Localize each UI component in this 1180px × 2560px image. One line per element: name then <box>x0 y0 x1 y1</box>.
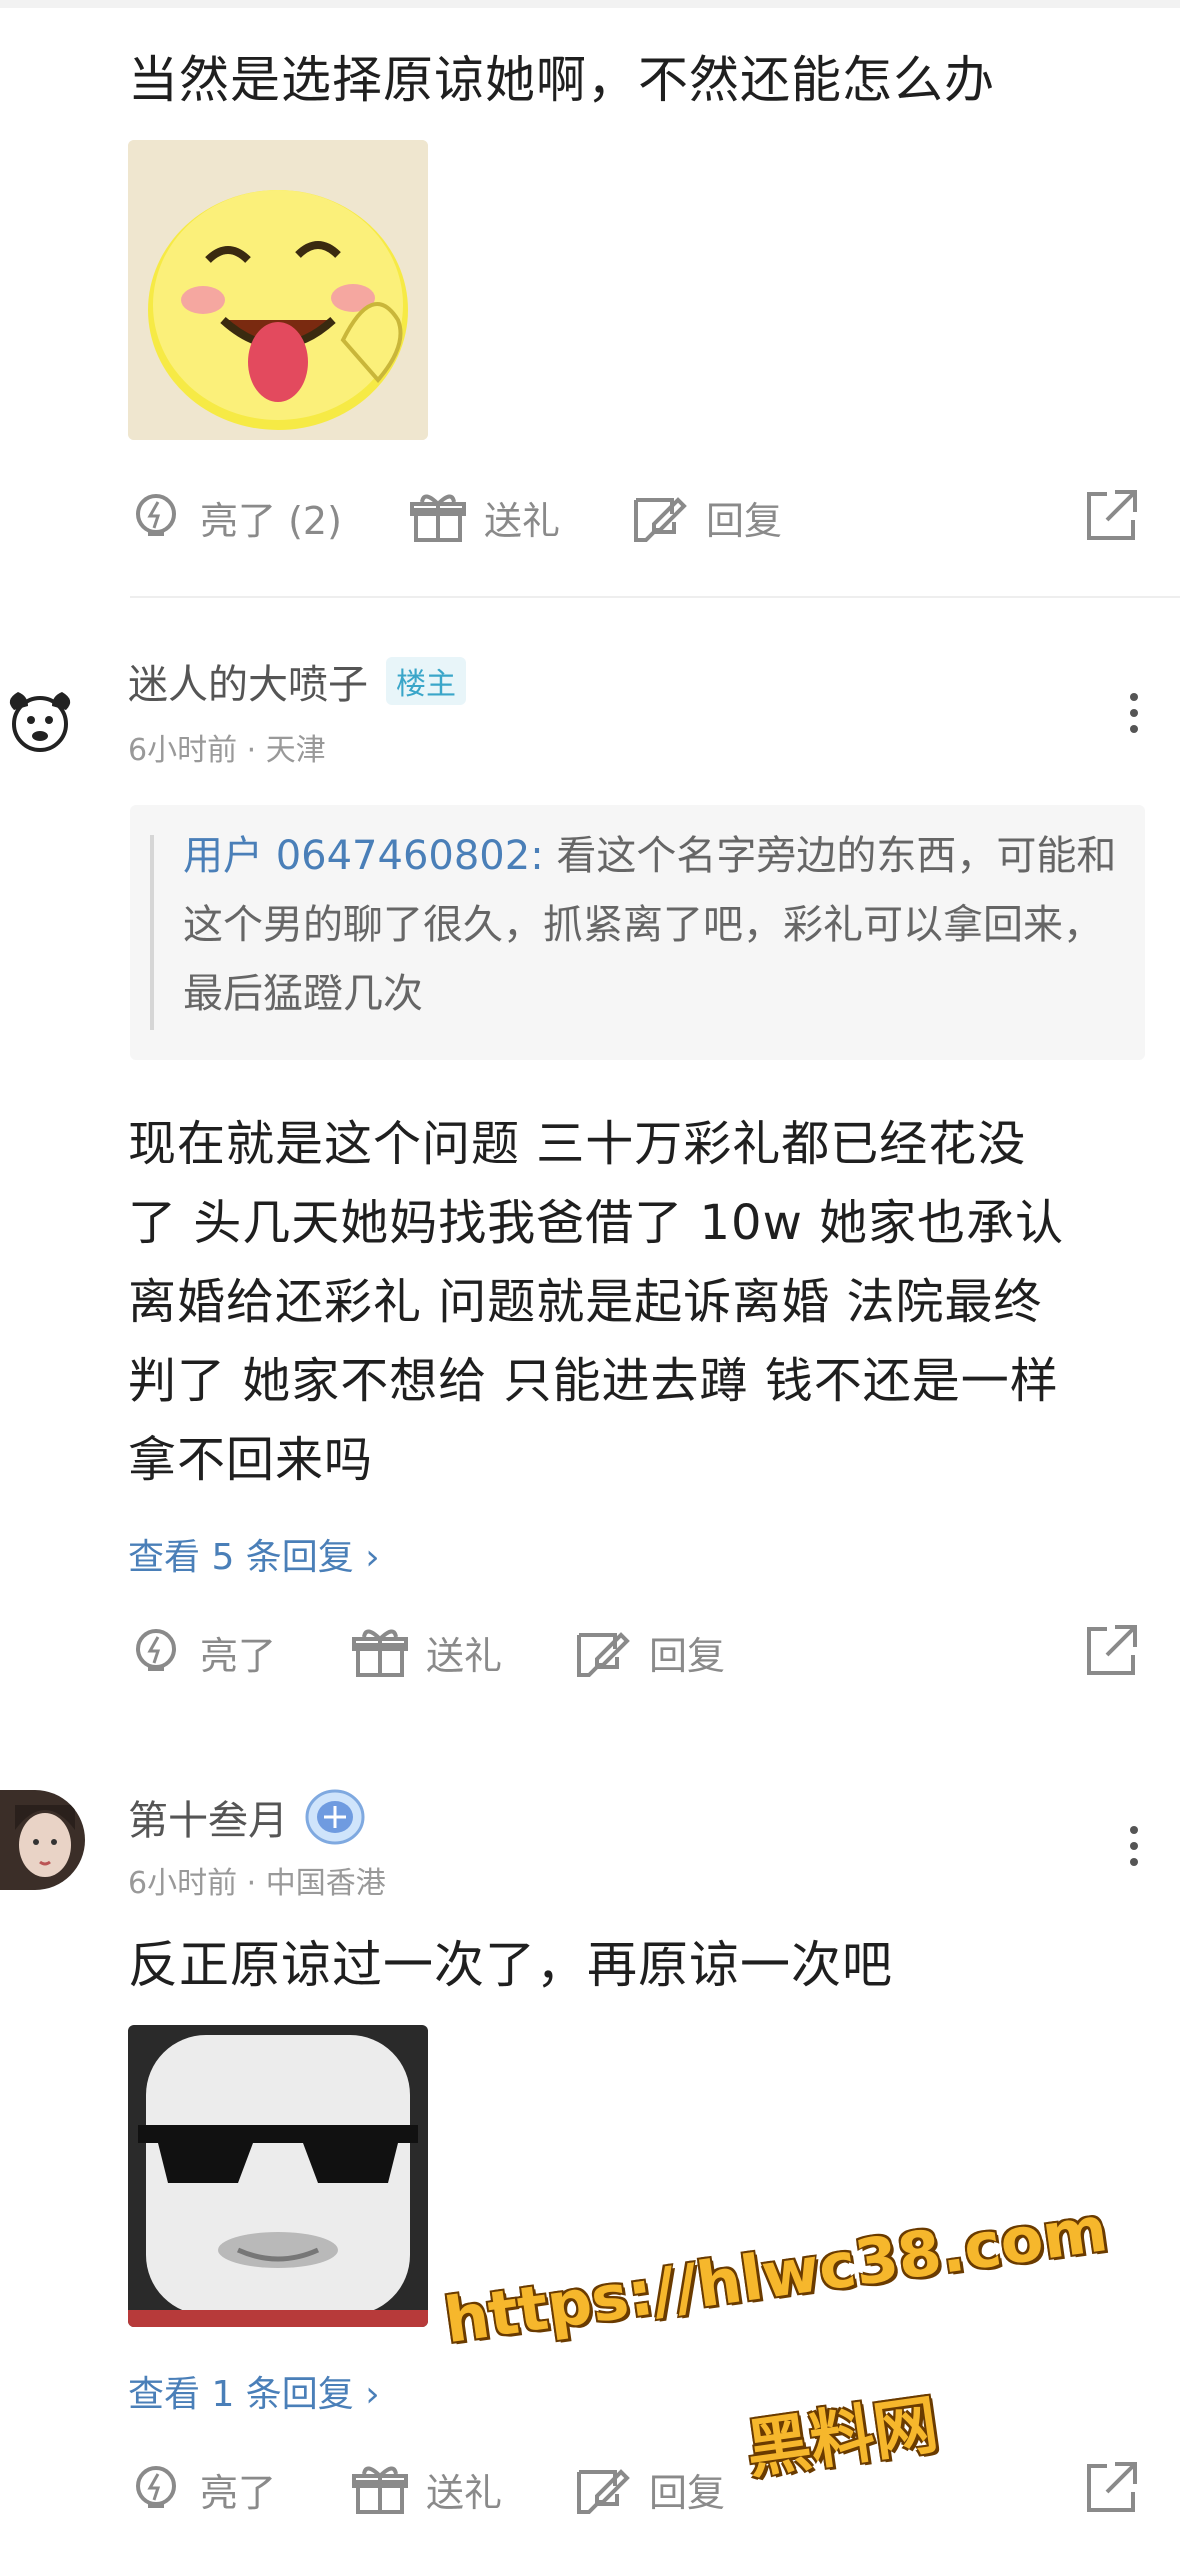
comment-text: 反正原谅过一次了，再原谅一次吧 <box>128 1936 893 1994</box>
like-label: 亮了 (2) <box>200 499 342 543</box>
avatar[interactable] <box>0 680 80 764</box>
share-button[interactable] <box>1085 2460 1139 2518</box>
gift-label: 送礼 <box>426 1634 503 1678</box>
quoted-user[interactable]: 用户 0647460802: <box>183 833 544 879</box>
quoted-text: 用户 0647460802: 看这个名字旁边的东西，可能和这个男的聊了很久，抓紧… <box>183 822 1123 1029</box>
lightbulb-icon <box>136 493 176 536</box>
reply-label: 回复 <box>649 1634 726 1678</box>
lightbulb-icon <box>136 2465 176 2508</box>
comment-line: 了 头几天她妈找我爸借了 10w 她家也承认 <box>128 1195 1065 1251</box>
gift-icon <box>352 2466 408 2514</box>
comment-text: 当然是选择原谅她啊，不然还能怎么办 <box>128 51 995 109</box>
gift-button[interactable]: 送礼 <box>410 490 560 545</box>
reply-label: 回复 <box>649 2471 726 2515</box>
share-icon <box>1087 2462 1137 2512</box>
more-options-icon[interactable] <box>1130 685 1138 741</box>
like-button[interactable]: 亮了 <box>130 2462 276 2517</box>
like-button[interactable]: 亮了 (2) <box>130 490 342 545</box>
comment-divider <box>130 596 1180 598</box>
lightbulb-icon <box>136 1628 176 1671</box>
gift-label: 送礼 <box>484 499 561 543</box>
comment-line: 离婚给还彩礼 问题就是起诉离婚 法院最终 <box>128 1274 1043 1330</box>
comment-body: 现在就是这个问题 三十万彩礼都已经花没 了 头几天她妈找我爸借了 10w 她家也… <box>128 1105 1064 1500</box>
share-icon <box>1087 490 1137 540</box>
comment-meta: 6小时前 · 中国香港 <box>128 1866 386 1901</box>
comment-line: 拿不回来吗 <box>128 1432 374 1488</box>
gift-icon <box>352 1629 408 1677</box>
gift-button[interactable]: 送礼 <box>352 2462 502 2517</box>
top-divider <box>0 0 1180 8</box>
username[interactable]: 迷人的大喷子 <box>128 652 368 710</box>
user-header: 迷人的大喷子 楼主 <box>128 652 466 710</box>
reply-button[interactable]: 回复 <box>575 2462 725 2517</box>
owner-badge: 楼主 <box>386 657 466 705</box>
user-header: 第十叁月 <box>128 1788 366 1846</box>
comment-meta: 6小时前 · 天津 <box>128 733 326 768</box>
watermark-url: https://hlwc38.com <box>440 2192 1112 2358</box>
sunglasses-sticker-image[interactable] <box>128 2025 428 2327</box>
medal-icon <box>305 1789 365 1845</box>
edit-icon <box>577 2468 630 2514</box>
reply-label: 回复 <box>706 499 783 543</box>
more-options-icon[interactable] <box>1130 1818 1138 1874</box>
view-replies-link[interactable]: 查看 1 条回复 › <box>128 2365 380 2417</box>
reply-button[interactable]: 回复 <box>575 1625 725 1680</box>
comment-line: 判了 她家不想给 只能进去蹲 钱不还是一样 <box>128 1353 1059 1409</box>
like-label: 亮了 <box>200 1634 277 1678</box>
username[interactable]: 第十叁月 <box>128 1788 288 1846</box>
gift-button[interactable]: 送礼 <box>352 1625 502 1680</box>
share-button[interactable] <box>1085 488 1139 546</box>
share-button[interactable] <box>1085 1623 1139 1681</box>
avatar[interactable] <box>0 1790 85 1890</box>
like-label: 亮了 <box>200 2471 277 2515</box>
watermark-site-name: 黑料网 <box>742 2388 943 2489</box>
quote-bar <box>150 835 154 1030</box>
gift-label: 送礼 <box>426 2471 503 2515</box>
comment-line: 现在就是这个问题 三十万彩礼都已经花没 <box>128 1116 1027 1172</box>
edit-icon <box>577 1631 630 1677</box>
like-button[interactable]: 亮了 <box>130 1625 276 1680</box>
gift-icon <box>410 494 466 542</box>
laughing-sticker-image[interactable] <box>128 140 428 440</box>
view-replies-link[interactable]: 查看 5 条回复 › <box>128 1528 380 1580</box>
share-icon <box>1087 1625 1137 1675</box>
edit-icon <box>634 496 687 542</box>
reply-button[interactable]: 回复 <box>632 490 782 545</box>
